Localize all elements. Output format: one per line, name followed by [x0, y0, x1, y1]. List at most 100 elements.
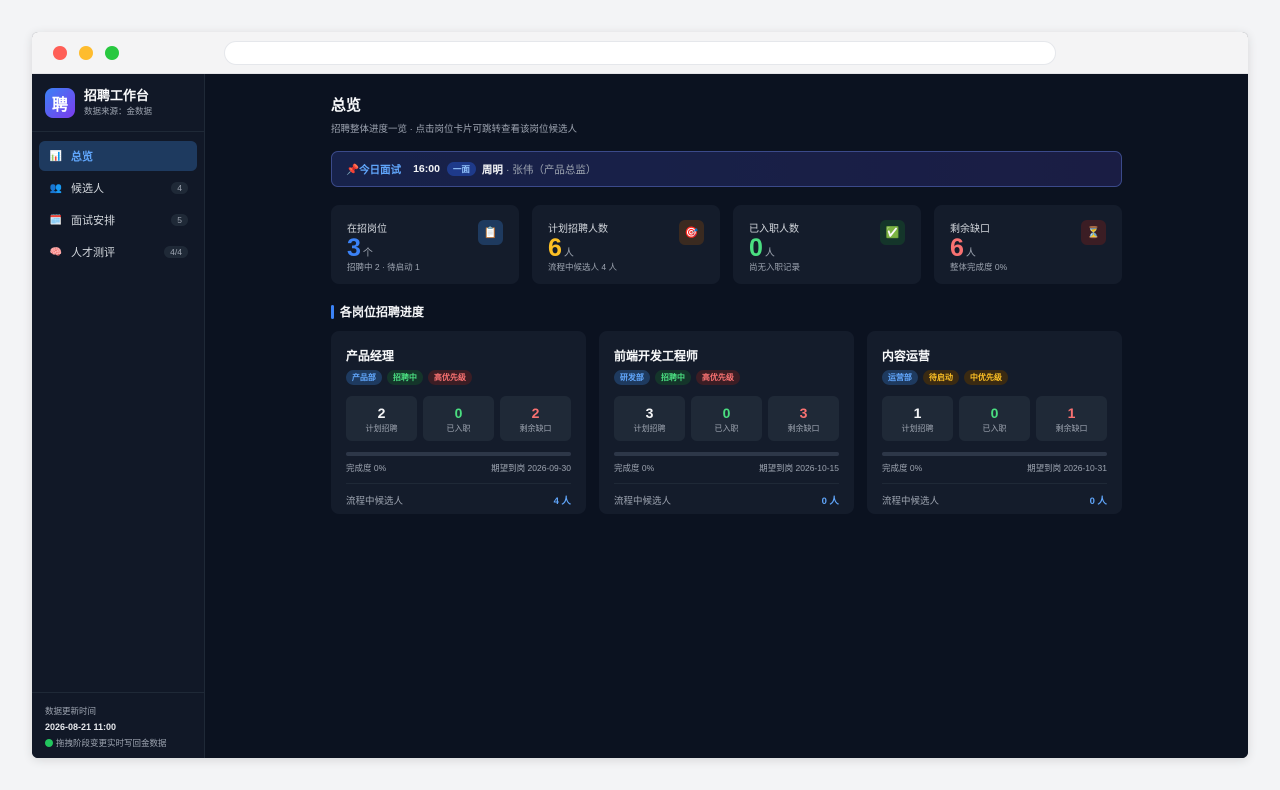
sidebar-nav: 📊 总览 👥 候选人 4 🗓️ 面试安排 5 🧠 人才测评 4/4: [32, 132, 204, 267]
address-bar[interactable]: [224, 41, 1056, 65]
completion-text: 完成度 0%: [346, 463, 387, 473]
completion-text: 完成度 0%: [614, 463, 655, 473]
section-title-text: 各岗位招聘进度: [340, 305, 425, 319]
gap-value: 3: [799, 405, 808, 421]
planned-count: 3 计划招聘: [614, 396, 685, 441]
job-card-product-manager[interactable]: 产品经理 产品部 招聘中 高优先级 2 计划招聘 0 已入职 2 剩余缺口 完成…: [331, 331, 586, 514]
hired-label: 已入职: [982, 424, 1007, 433]
sidebar-item-interviews[interactable]: 🗓️ 面试安排 5: [39, 205, 197, 235]
chart-icon: 📊: [49, 150, 63, 162]
close-window-button[interactable]: [53, 46, 67, 60]
job-card-content-operations[interactable]: 内容运营 运营部 待启动 中优先级 1 计划招聘 0 已入职 1 剩余缺口 完成…: [867, 331, 1122, 514]
stat-planned-hires: 计划招聘人数 6 人 流程中候选人 4 人 🎯: [532, 205, 720, 284]
stat-value: 6: [950, 234, 964, 262]
stat-value: 3: [347, 234, 361, 262]
sidebar-item-candidates[interactable]: 👥 候选人 4: [39, 173, 197, 203]
update-time: 2026-08-21 11:00: [45, 722, 117, 732]
gap-count: 1 剩余缺口: [1036, 396, 1107, 441]
candidates-label: 流程中候选人: [346, 496, 404, 507]
brain-icon: 🧠: [49, 246, 63, 258]
maximize-window-button[interactable]: [105, 46, 119, 60]
stat-open-positions: 在招岗位 3 个 招聘中 2 · 待启动 1 📋: [331, 205, 519, 284]
data-source: 数据来源：金数据: [84, 106, 153, 116]
people-icon: 👥: [49, 182, 63, 194]
planned-count: 2 计划招聘: [346, 396, 417, 441]
priority-tag: 高优先级: [696, 370, 740, 385]
today-interview-banner[interactable]: 📌 今日面试 16:00 一面 周明 · 张伟（产品总监）: [331, 151, 1122, 187]
status-tag: 招聘中: [655, 370, 691, 385]
divider: [614, 483, 839, 484]
planned-value: 3: [645, 405, 654, 421]
planned-label: 计划招聘: [365, 424, 398, 433]
stat-unit: 个: [362, 248, 373, 259]
page-title: 总览: [331, 97, 362, 114]
stat-remaining-gap: 剩余缺口 6 人 整体完成度 0% ⏳: [934, 205, 1122, 284]
banner-label: 今日面试: [359, 163, 402, 176]
sync-note-text: 拖拽阶段变更实时写回金数据: [56, 738, 167, 748]
gap-value: 1: [1067, 405, 1076, 421]
pin-icon: 📌: [346, 163, 360, 176]
browser-window: 聘 招聘工作台 数据来源：金数据 📊 总览 👥 候选人 4 🗓️ 面试安排 5 …: [32, 32, 1248, 758]
count-badge: 5: [171, 214, 188, 226]
department-tag: 研发部: [614, 370, 650, 385]
status-tag: 待启动: [923, 370, 959, 385]
planned-value: 1: [913, 405, 922, 421]
app-title: 招聘工作台: [84, 88, 150, 103]
status-tag: 招聘中: [387, 370, 423, 385]
stat-unit: 人: [563, 248, 574, 259]
sidebar-item-overview[interactable]: 📊 总览: [39, 141, 197, 171]
planned-value: 2: [377, 405, 386, 421]
app-logo: 聘: [45, 87, 75, 118]
sync-note: 拖拽阶段变更实时写回金数据: [45, 737, 191, 749]
gap-count: 3 剩余缺口: [768, 396, 839, 441]
department-tag: 产品部: [346, 370, 382, 385]
stat-unit: 人: [965, 248, 976, 259]
stat-value: 6: [548, 234, 562, 262]
stat-sub: 尚无入职记录: [749, 262, 801, 272]
deadline-text: 期望到岗 2026-10-15: [759, 463, 839, 473]
minimize-window-button[interactable]: [79, 46, 93, 60]
deadline-text: 期望到岗 2026-10-31: [1027, 463, 1107, 473]
stat-hired: 已入职人数 0 人 尚无入职记录 ✅: [733, 205, 921, 284]
hired-label: 已入职: [714, 424, 739, 433]
hired-value: 0: [722, 405, 731, 421]
hired-count: 0 已入职: [691, 396, 762, 441]
section-title: 各岗位招聘进度: [331, 303, 1122, 320]
title-bar: [32, 32, 1248, 74]
planned-label: 计划招聘: [901, 424, 934, 433]
priority-tag: 中优先级: [964, 370, 1008, 385]
interviewer: · 张伟（产品总监）: [505, 163, 597, 176]
priority-tag: 高优先级: [428, 370, 472, 385]
divider: [882, 483, 1107, 484]
check-icon: ✅: [880, 220, 905, 245]
hourglass-icon: ⏳: [1081, 220, 1106, 245]
interview-time: 16:00: [413, 163, 440, 175]
sidebar: 聘 招聘工作台 数据来源：金数据 📊 总览 👥 候选人 4 🗓️ 面试安排 5 …: [32, 74, 205, 758]
progress-bar: [614, 452, 839, 456]
sidebar-item-label: 总览: [71, 151, 93, 163]
brand: 聘 招聘工作台 数据来源：金数据: [32, 74, 204, 132]
job-title: 产品经理: [346, 349, 395, 363]
sidebar-item-assessment[interactable]: 🧠 人才测评 4/4: [39, 237, 197, 267]
progress-bar: [346, 452, 571, 456]
candidates-count: 4 人: [553, 496, 571, 507]
section-accent-bar: [331, 304, 334, 319]
count-badge: 4/4: [164, 246, 188, 258]
deadline-text: 期望到岗 2026-09-30: [491, 463, 571, 473]
hired-count: 0 已入职: [423, 396, 494, 441]
gap-label: 剩余缺口: [519, 424, 552, 433]
update-time-label: 数据更新时间: [45, 706, 97, 716]
calendar-icon: 🗓️: [49, 214, 63, 226]
divider: [346, 483, 571, 484]
job-card-frontend-engineer[interactable]: 前端开发工程师 研发部 招聘中 高优先级 3 计划招聘 0 已入职 3 剩余缺口…: [599, 331, 854, 514]
interview-round-badge: 一面: [446, 162, 476, 176]
main-content: 总览 招聘整体进度一览 · 点击岗位卡片可跳转查看该岗位候选人 📌 今日面试 1…: [205, 74, 1248, 758]
hired-value: 0: [990, 405, 999, 421]
completion-text: 完成度 0%: [882, 463, 923, 473]
clipboard-icon: 📋: [478, 220, 503, 245]
gap-label: 剩余缺口: [787, 424, 820, 433]
sidebar-item-label: 面试安排: [71, 215, 115, 227]
app: 聘 招聘工作台 数据来源：金数据 📊 总览 👥 候选人 4 🗓️ 面试安排 5 …: [32, 74, 1248, 758]
candidates-label: 流程中候选人: [882, 496, 940, 507]
job-title: 内容运营: [882, 349, 931, 363]
